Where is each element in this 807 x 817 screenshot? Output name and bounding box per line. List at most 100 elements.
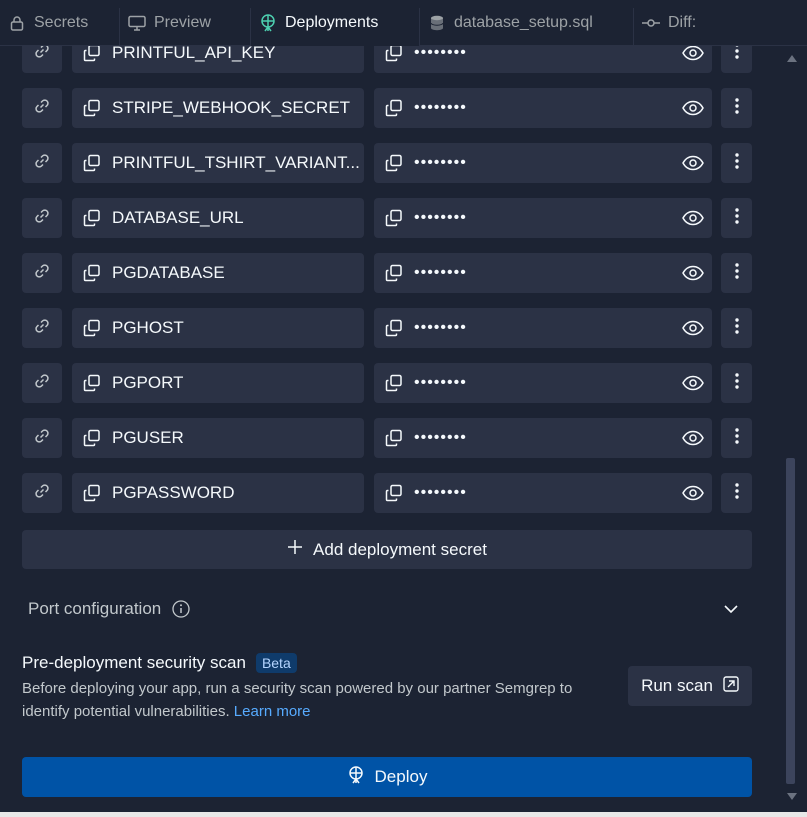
more-vertical-icon bbox=[734, 46, 739, 64]
copy-icon[interactable] bbox=[82, 153, 102, 173]
eye-icon[interactable] bbox=[682, 318, 704, 338]
secret-value-field[interactable]: •••••••• bbox=[374, 88, 712, 128]
secret-value-field[interactable]: •••••••• bbox=[374, 308, 712, 348]
secret-key-field[interactable]: DATABASE_URL bbox=[72, 198, 364, 238]
secret-key-field[interactable]: PRINTFUL_API_KEY bbox=[72, 46, 364, 73]
eye-icon[interactable] bbox=[682, 373, 704, 393]
secret-key-field[interactable]: PGPASSWORD bbox=[72, 473, 364, 513]
eye-icon[interactable] bbox=[682, 483, 704, 503]
secret-key-text: STRIPE_WEBHOOK_SECRET bbox=[112, 98, 351, 117]
eye-icon[interactable] bbox=[682, 46, 704, 63]
secret-more-button[interactable] bbox=[721, 308, 752, 348]
tab-label: Diff: bbox=[668, 14, 697, 31]
secret-more-button[interactable] bbox=[721, 46, 752, 73]
secret-value-field[interactable]: •••••••• bbox=[374, 363, 712, 403]
copy-icon[interactable] bbox=[384, 46, 404, 63]
copy-icon[interactable] bbox=[384, 428, 404, 448]
secret-row: PRINTFUL_API_KEY •••••••• bbox=[22, 46, 752, 73]
secret-key-field[interactable]: PGDATABASE bbox=[72, 253, 364, 293]
secret-value-field[interactable]: •••••••• bbox=[374, 46, 712, 73]
more-vertical-icon bbox=[734, 427, 739, 449]
link-icon bbox=[32, 261, 52, 286]
copy-icon[interactable] bbox=[82, 98, 102, 118]
secret-value-text: •••••••• bbox=[414, 374, 467, 391]
secret-more-button[interactable] bbox=[721, 143, 752, 183]
secret-more-button[interactable] bbox=[721, 253, 752, 293]
copy-icon[interactable] bbox=[82, 46, 102, 63]
eye-icon[interactable] bbox=[682, 263, 704, 283]
secret-key-text: PGDATABASE bbox=[112, 263, 225, 282]
link-secret-button[interactable] bbox=[22, 253, 62, 293]
link-secret-button[interactable] bbox=[22, 46, 62, 73]
copy-icon[interactable] bbox=[82, 318, 102, 338]
scrollbar-thumb[interactable] bbox=[786, 458, 795, 784]
link-icon bbox=[32, 151, 52, 176]
secret-key-text: PRINTFUL_TSHIRT_VARIANT... bbox=[112, 153, 360, 172]
link-secret-button[interactable] bbox=[22, 418, 62, 458]
secret-more-button[interactable] bbox=[721, 363, 752, 403]
tab-deployments[interactable]: Deployments bbox=[251, 0, 419, 46]
tab-diff[interactable]: Diff: bbox=[634, 0, 807, 46]
link-secret-button[interactable] bbox=[22, 198, 62, 238]
link-secret-button[interactable] bbox=[22, 363, 62, 403]
secret-key-field[interactable]: PGHOST bbox=[72, 308, 364, 348]
copy-icon[interactable] bbox=[384, 98, 404, 118]
copy-icon[interactable] bbox=[384, 153, 404, 173]
link-secret-button[interactable] bbox=[22, 308, 62, 348]
eye-icon[interactable] bbox=[682, 428, 704, 448]
scroll-down-arrow-icon[interactable] bbox=[785, 790, 799, 802]
secret-row: PGPORT •••••••• bbox=[22, 363, 752, 403]
secret-more-button[interactable] bbox=[721, 473, 752, 513]
deploy-button[interactable]: Deploy bbox=[22, 757, 752, 797]
run-scan-button[interactable]: Run scan bbox=[628, 666, 752, 706]
eye-icon[interactable] bbox=[682, 98, 704, 118]
copy-icon[interactable] bbox=[384, 263, 404, 283]
copy-icon[interactable] bbox=[82, 373, 102, 393]
port-configuration-toggle[interactable]: Port configuration bbox=[22, 590, 752, 628]
link-icon bbox=[32, 96, 52, 121]
learn-more-link[interactable]: Learn more bbox=[234, 703, 311, 720]
secret-value-field[interactable]: •••••••• bbox=[374, 143, 712, 183]
link-icon bbox=[32, 371, 52, 396]
copy-icon[interactable] bbox=[384, 208, 404, 228]
secret-key-field[interactable]: STRIPE_WEBHOOK_SECRET bbox=[72, 88, 364, 128]
link-icon bbox=[32, 481, 52, 506]
lock-icon bbox=[8, 14, 26, 32]
secret-value-text: •••••••• bbox=[414, 154, 467, 171]
tab-secrets[interactable]: Secrets bbox=[0, 0, 119, 46]
window-bottom-edge bbox=[0, 812, 807, 817]
secret-key-field[interactable]: PRINTFUL_TSHIRT_VARIANT... bbox=[72, 143, 364, 183]
copy-icon[interactable] bbox=[82, 483, 102, 503]
chevron-down-icon bbox=[722, 600, 740, 618]
copy-icon[interactable] bbox=[384, 483, 404, 503]
deploy-icon bbox=[347, 765, 365, 789]
secret-value-field[interactable]: •••••••• bbox=[374, 253, 712, 293]
link-secret-button[interactable] bbox=[22, 473, 62, 513]
secret-key-text: PGHOST bbox=[112, 318, 184, 337]
scroll-up-arrow-icon[interactable] bbox=[785, 52, 799, 64]
secret-value-field[interactable]: •••••••• bbox=[374, 418, 712, 458]
add-deployment-secret-button[interactable]: Add deployment secret bbox=[22, 530, 752, 569]
tab-database-setup[interactable]: database_setup.sql bbox=[420, 0, 633, 46]
secret-more-button[interactable] bbox=[721, 198, 752, 238]
copy-icon[interactable] bbox=[82, 208, 102, 228]
copy-icon[interactable] bbox=[384, 373, 404, 393]
git-commit-icon bbox=[642, 14, 660, 32]
secret-key-field[interactable]: PGPORT bbox=[72, 363, 364, 403]
copy-icon[interactable] bbox=[384, 318, 404, 338]
link-secret-button[interactable] bbox=[22, 88, 62, 128]
copy-icon[interactable] bbox=[82, 263, 102, 283]
eye-icon[interactable] bbox=[682, 153, 704, 173]
secret-more-button[interactable] bbox=[721, 88, 752, 128]
copy-icon[interactable] bbox=[82, 428, 102, 448]
info-icon[interactable] bbox=[171, 599, 191, 619]
tab-bar: Secrets Preview Deployments database_set… bbox=[0, 0, 807, 46]
tab-preview[interactable]: Preview bbox=[120, 0, 250, 46]
secret-more-button[interactable] bbox=[721, 418, 752, 458]
link-secret-button[interactable] bbox=[22, 143, 62, 183]
eye-icon[interactable] bbox=[682, 208, 704, 228]
secret-value-field[interactable]: •••••••• bbox=[374, 473, 712, 513]
secret-value-field[interactable]: •••••••• bbox=[374, 198, 712, 238]
beta-badge: Beta bbox=[255, 653, 297, 673]
secret-key-field[interactable]: PGUSER bbox=[72, 418, 364, 458]
